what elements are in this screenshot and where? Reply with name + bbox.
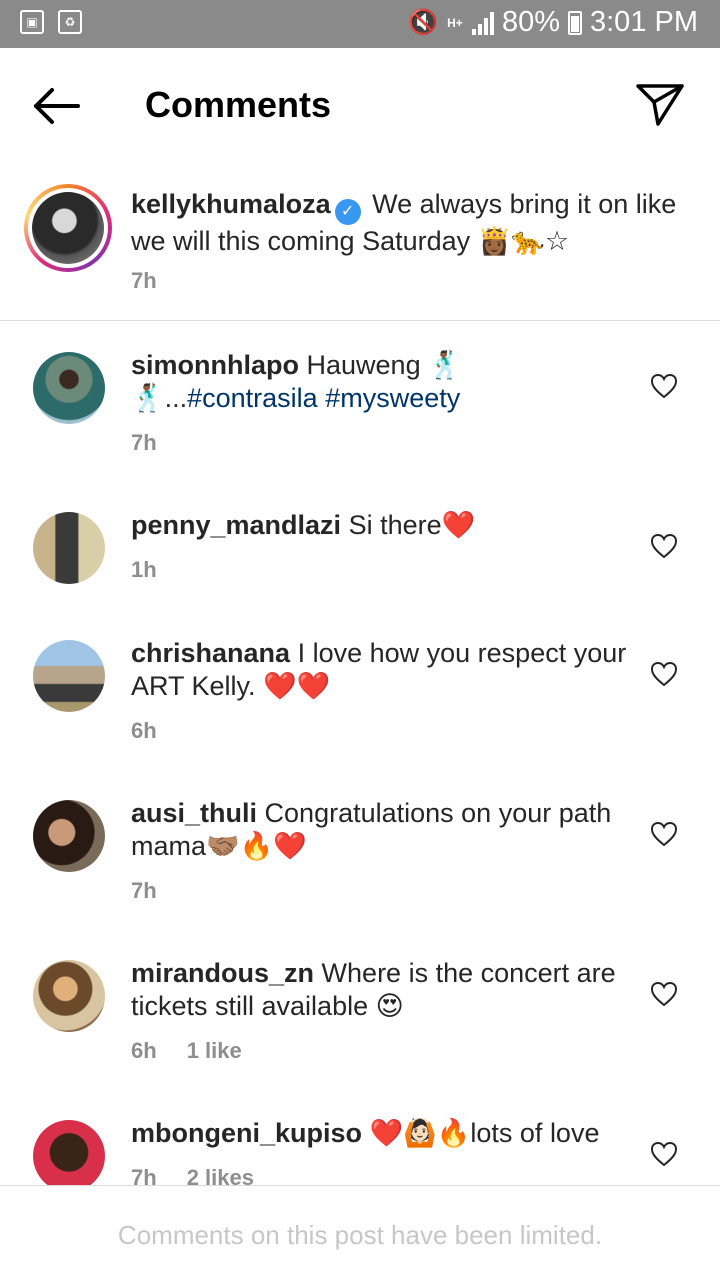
heart-icon — [650, 373, 678, 399]
heart-icon — [650, 1141, 678, 1167]
battery-percent: 80% — [501, 6, 560, 38]
avatar[interactable] — [33, 352, 105, 424]
comment-text-continued: 🕺🏾... — [131, 383, 188, 413]
page-title: Comments — [145, 84, 332, 125]
heart-icon — [650, 981, 678, 1007]
comment-text: ❤️🙆🏻🔥lots of love — [369, 1118, 600, 1148]
comment-meta: 6h — [131, 718, 157, 744]
comment-meta: 1h — [131, 557, 157, 583]
gallery-icon: ▣ — [20, 10, 44, 34]
like-button[interactable] — [650, 661, 678, 687]
avatar[interactable] — [33, 640, 105, 712]
recycle-icon: ♻ — [58, 10, 82, 34]
comment-username[interactable]: simonnhlapo — [131, 350, 299, 380]
avatar[interactable] — [33, 1120, 105, 1192]
comment-text-block: mirandous_zn Where is the concert are ti… — [131, 957, 680, 1023]
caption-text-block: kellykhumaloza ✓ We always bring it on li… — [131, 188, 680, 258]
caption-username[interactable]: kellykhumaloza — [131, 189, 331, 219]
comment-item: mirandous_zn Where is the concert are ti… — [0, 929, 720, 1089]
mute-icon: 🔇 — [408, 9, 438, 36]
comment-username[interactable]: mbongeni_kupiso — [131, 1118, 362, 1148]
comment-hashtags[interactable]: #contrasila #mysweety — [187, 383, 460, 413]
comment-time: 6h — [131, 718, 157, 743]
comment-username[interactable]: mirandous_zn — [131, 958, 314, 988]
like-button[interactable] — [650, 821, 678, 847]
comment-username[interactable]: ausi_thuli — [131, 798, 257, 828]
comment-text-block: chrishanana I love how you respect your … — [131, 637, 680, 703]
caption-meta: 7h — [131, 268, 157, 294]
caption-avatar[interactable] — [24, 184, 112, 272]
like-button[interactable] — [650, 373, 678, 399]
comment-item: simonnhlapo Hauweng 🕺🏾 🕺🏾...#contrasila … — [0, 321, 720, 481]
heart-icon — [650, 821, 678, 847]
caption-time: 7h — [131, 268, 157, 293]
comment-username[interactable]: chrishanana — [131, 638, 290, 668]
comment-meta: 6h 1 like — [131, 1038, 242, 1064]
avatar[interactable] — [33, 800, 105, 872]
like-button[interactable] — [650, 1141, 678, 1167]
comment-text-block: mbongeni_kupiso ❤️🙆🏻🔥lots of love — [131, 1117, 680, 1150]
arrow-left-icon — [34, 88, 80, 124]
comment-meta: 7h — [131, 430, 157, 456]
comment-username[interactable]: penny_mandlazi — [131, 510, 341, 540]
back-button[interactable] — [26, 78, 86, 134]
comment-text-block: simonnhlapo Hauweng 🕺🏾 🕺🏾...#contrasila … — [131, 349, 680, 415]
comment-time: 7h — [131, 430, 157, 455]
caption-emojis: 👸🏾🐆☆ — [477, 226, 570, 257]
comment-text: Hauweng 🕺🏾 — [306, 350, 462, 380]
battery-icon — [568, 10, 582, 35]
comment-time: 7h — [131, 878, 157, 903]
like-button[interactable] — [650, 981, 678, 1007]
paper-plane-icon — [636, 84, 684, 126]
verified-badge-icon: ✓ — [334, 199, 361, 225]
comment-time: 1h — [131, 557, 157, 582]
header: Comments — [0, 48, 720, 164]
comment-time: 6h — [131, 1038, 157, 1063]
network-type: H+ — [447, 15, 463, 30]
comment-text-block: penny_mandlazi Si there❤️ — [131, 509, 680, 542]
like-button[interactable] — [650, 533, 678, 559]
comments-limited-text: Comments on this post have been limited. — [117, 1220, 603, 1250]
comment-item: ausi_thuli Congratulations on your path … — [0, 769, 720, 929]
heart-icon — [650, 533, 678, 559]
avatar[interactable] — [33, 512, 105, 584]
avatar[interactable] — [33, 960, 105, 1032]
comment-text: Si there❤️ — [348, 510, 476, 540]
comment-item: chrishanana I love how you respect your … — [0, 609, 720, 769]
signal-icon — [471, 11, 494, 35]
post-caption: kellykhumaloza ✓ We always bring it on li… — [0, 164, 720, 321]
heart-icon — [650, 661, 678, 687]
comment-text-block: ausi_thuli Congratulations on your path … — [131, 797, 680, 863]
clock: 3:01 PM — [590, 6, 698, 38]
comments-limited-footer: Comments on this post have been limited. — [0, 1185, 720, 1280]
comment-likes[interactable]: 1 like — [187, 1038, 242, 1064]
comment-meta: 7h — [131, 878, 157, 904]
status-bar: ▣ ♻ 🔇 H+ 80% 3:01 PM — [0, 0, 720, 48]
share-button[interactable] — [634, 78, 686, 130]
